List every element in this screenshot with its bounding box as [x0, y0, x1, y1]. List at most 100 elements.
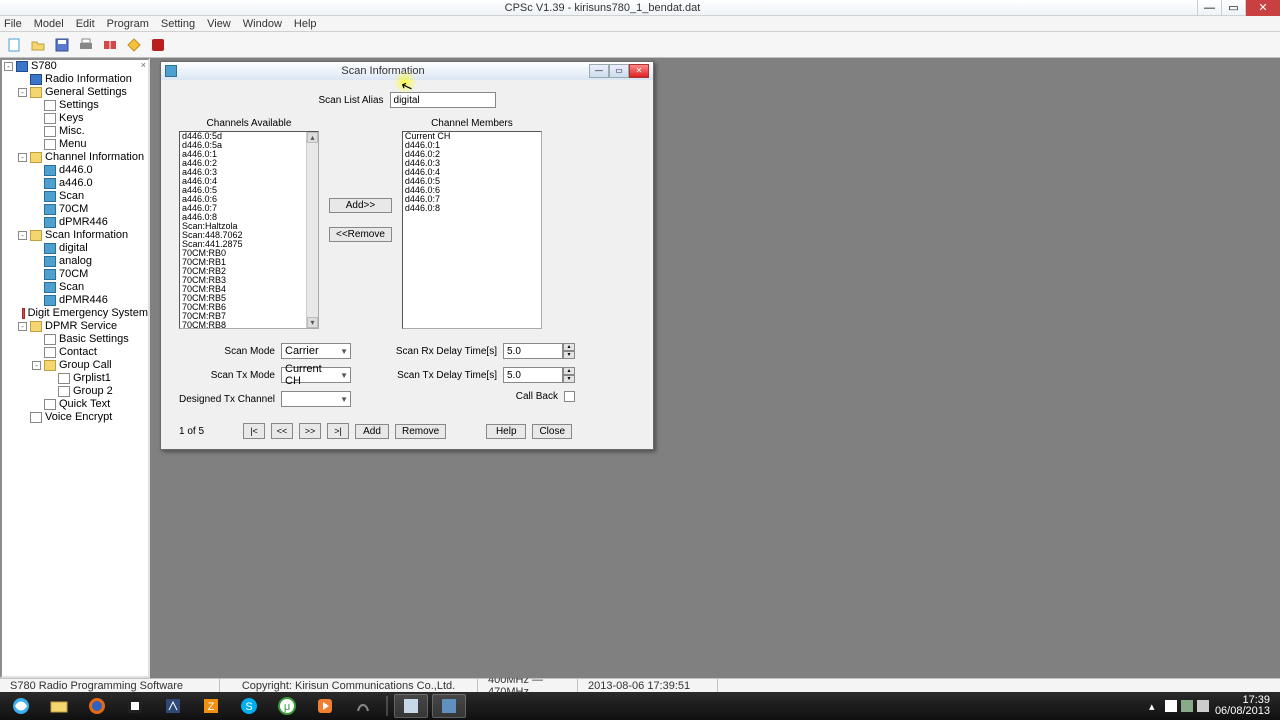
- write-icon[interactable]: [124, 35, 144, 55]
- scan-mode-select[interactable]: Carrier▼: [281, 343, 351, 359]
- spin-down-icon[interactable]: ▾: [563, 375, 575, 383]
- expander-icon[interactable]: -: [18, 322, 27, 331]
- list-add-button[interactable]: Add: [355, 424, 389, 439]
- channels-available-list[interactable]: d446.0:5dd446.0:5aa446.0:1a446.0:2a446.0…: [179, 131, 319, 329]
- tree-item[interactable]: dPMR446: [32, 216, 148, 229]
- tree-root[interactable]: -S780: [4, 60, 148, 73]
- save-icon[interactable]: [52, 35, 72, 55]
- dialog-maximize-button[interactable]: ▭: [609, 64, 629, 78]
- taskbar-skype-icon[interactable]: S: [232, 694, 266, 718]
- close-dialog-button[interactable]: Close: [532, 424, 572, 439]
- tree-item[interactable]: Basic Settings: [32, 333, 148, 346]
- nav-last-button[interactable]: >|: [327, 423, 349, 439]
- tree-item[interactable]: Settings: [32, 99, 148, 112]
- tree-item[interactable]: -DPMR Service: [18, 320, 148, 333]
- taskbar-app1-icon[interactable]: [118, 694, 152, 718]
- list-item[interactable]: d446.0:8: [403, 204, 541, 213]
- add-button[interactable]: Add>>: [329, 198, 392, 213]
- nav-next-button[interactable]: >>: [299, 423, 321, 439]
- spin-up-icon[interactable]: ▴: [563, 343, 575, 351]
- menu-window[interactable]: Window: [243, 18, 282, 30]
- tree-item[interactable]: 70CM: [32, 203, 148, 216]
- tree-item[interactable]: dPMR446: [32, 294, 148, 307]
- tree-item[interactable]: -Channel Information: [18, 151, 148, 164]
- minimize-button[interactable]: —: [1197, 0, 1221, 16]
- scrollbar[interactable]: ▴ ▾: [306, 132, 318, 328]
- expander-icon[interactable]: -: [32, 361, 41, 370]
- tree-item[interactable]: digital: [32, 242, 148, 255]
- tree-item[interactable]: Misc.: [32, 125, 148, 138]
- tree-item[interactable]: Grplist1: [46, 372, 148, 385]
- taskbar-app2-icon[interactable]: [156, 694, 190, 718]
- scroll-up-icon[interactable]: ▴: [307, 132, 318, 143]
- read-icon[interactable]: [100, 35, 120, 55]
- menu-edit[interactable]: Edit: [76, 18, 95, 30]
- spin-down-icon[interactable]: ▾: [563, 351, 575, 359]
- list-item[interactable]: 70CM:RB8: [180, 321, 318, 329]
- menu-model[interactable]: Model: [34, 18, 64, 30]
- tree-item[interactable]: Keys: [32, 112, 148, 125]
- menu-file[interactable]: File: [4, 18, 22, 30]
- tree-item[interactable]: analog: [32, 255, 148, 268]
- taskbar-media-icon[interactable]: [308, 694, 342, 718]
- dialog-minimize-button[interactable]: —: [589, 64, 609, 78]
- maximize-button[interactable]: ▭: [1221, 0, 1245, 16]
- tree-item[interactable]: Scan: [32, 190, 148, 203]
- tray-volume-icon[interactable]: [1197, 700, 1209, 712]
- tray-clock[interactable]: 17:39 06/08/2013: [1215, 695, 1270, 717]
- taskbar-utorrent-icon[interactable]: μ: [270, 694, 304, 718]
- tree-item[interactable]: -Group Call: [32, 359, 148, 372]
- spin-up-icon[interactable]: ▴: [563, 367, 575, 375]
- list-remove-button[interactable]: Remove: [395, 424, 446, 439]
- tree-pane[interactable]: × -S780Radio Information-General Setting…: [0, 58, 150, 678]
- menu-view[interactable]: View: [207, 18, 231, 30]
- expander-icon[interactable]: -: [18, 231, 27, 240]
- rx-delay-input[interactable]: [503, 343, 563, 359]
- tree-item[interactable]: 70CM: [32, 268, 148, 281]
- tree-item[interactable]: -General Settings: [18, 86, 148, 99]
- new-icon[interactable]: [4, 35, 24, 55]
- taskbar-running-app2-icon[interactable]: [432, 694, 466, 718]
- tree-item[interactable]: Contact: [32, 346, 148, 359]
- nav-prev-button[interactable]: <<: [271, 423, 293, 439]
- tray-network-icon[interactable]: [1181, 700, 1193, 712]
- tree-item[interactable]: a446.0: [32, 177, 148, 190]
- tree-item[interactable]: d446.0: [32, 164, 148, 177]
- tree-item[interactable]: Menu: [32, 138, 148, 151]
- print-icon[interactable]: [76, 35, 96, 55]
- tx-delay-input[interactable]: [503, 367, 563, 383]
- menu-help[interactable]: Help: [294, 18, 317, 30]
- remove-button[interactable]: <<Remove: [329, 227, 392, 242]
- taskbar-explorer-icon[interactable]: [42, 694, 76, 718]
- tree-item[interactable]: Radio Information: [18, 73, 148, 86]
- tree-close-icon[interactable]: ×: [141, 60, 146, 70]
- tree-item[interactable]: Digit Emergency System: [18, 307, 148, 320]
- expander-icon[interactable]: -: [18, 153, 27, 162]
- tree-item[interactable]: Scan: [32, 281, 148, 294]
- channel-members-list[interactable]: Current CHd446.0:1d446.0:2d446.0:3d446.0…: [402, 131, 542, 329]
- open-icon[interactable]: [28, 35, 48, 55]
- taskbar-app4-icon[interactable]: [346, 694, 380, 718]
- designed-tx-select[interactable]: ▼: [281, 391, 351, 407]
- tree-item[interactable]: Group 2: [46, 385, 148, 398]
- tray-icons[interactable]: ▴: [1149, 700, 1209, 712]
- help-button[interactable]: Help: [486, 424, 526, 439]
- tree-item[interactable]: -Scan Information: [18, 229, 148, 242]
- taskbar-app3-icon[interactable]: Z: [194, 694, 228, 718]
- menu-program[interactable]: Program: [107, 18, 149, 30]
- callback-checkbox[interactable]: [564, 391, 575, 402]
- tray-up-icon[interactable]: ▴: [1149, 700, 1161, 712]
- expander-icon[interactable]: -: [18, 88, 27, 97]
- nav-first-button[interactable]: |<: [243, 423, 265, 439]
- tree-item[interactable]: Quick Text: [32, 398, 148, 411]
- scan-tx-mode-select[interactable]: Current CH▼: [281, 367, 351, 383]
- tree-item[interactable]: Voice Encrypt: [18, 411, 148, 424]
- taskbar-firefox-icon[interactable]: [80, 694, 114, 718]
- taskbar-running-app1-icon[interactable]: [394, 694, 428, 718]
- expander-icon[interactable]: -: [4, 62, 13, 71]
- tray-flag-icon[interactable]: [1165, 700, 1177, 712]
- scroll-down-icon[interactable]: ▾: [307, 317, 318, 328]
- dialog-close-button[interactable]: ✕: [629, 64, 649, 78]
- taskbar-ie-icon[interactable]: [4, 694, 38, 718]
- close-button[interactable]: ✕: [1245, 0, 1280, 16]
